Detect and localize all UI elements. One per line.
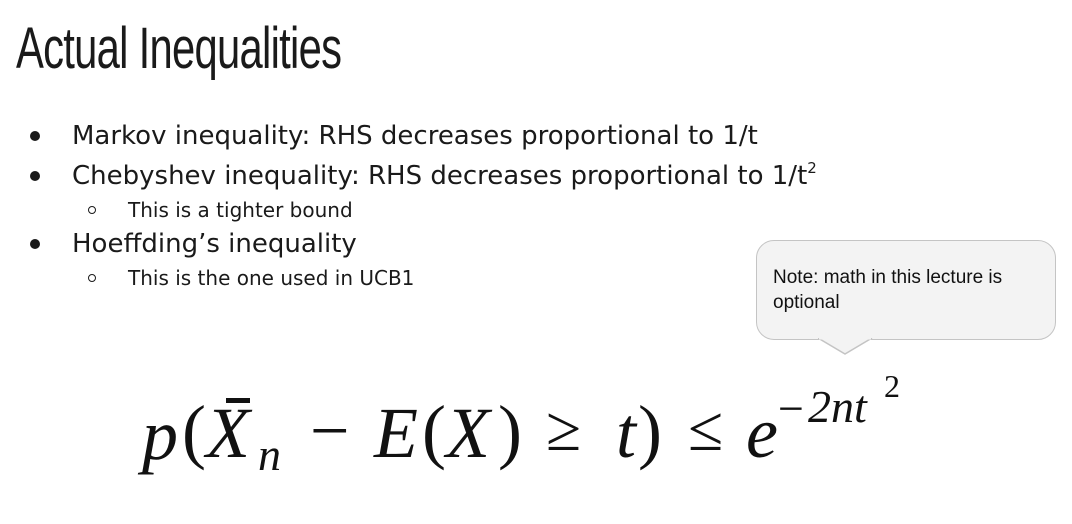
callout-tail [818, 338, 873, 355]
formula-x: X [446, 393, 490, 473]
formula-rparen: ) [638, 391, 662, 471]
superscript: 2 [807, 159, 817, 177]
formula-exp-base: e [746, 393, 778, 473]
subbullet-ring [88, 274, 96, 282]
formula-exp-2nt: 2nt [808, 381, 867, 432]
formula-lparen: ( [182, 391, 206, 471]
note-text: Note: math in this lecture is optional [773, 267, 1003, 313]
bullet-dot [30, 171, 40, 181]
formula-x-mean: X [206, 393, 250, 473]
formula-rparen2: ) [498, 391, 522, 471]
formula-exp-square: 2 [884, 368, 900, 404]
formula-bar [226, 398, 250, 403]
formula-e: E [374, 393, 418, 473]
formula-minus: − [310, 393, 350, 470]
subbullet-ring [88, 206, 96, 214]
subbullet-text: This is a tighter bound [128, 198, 353, 222]
formula-exp-minus: − [778, 383, 804, 434]
bullet-text: Markov inequality: RHS decreases proport… [72, 121, 758, 151]
slide: Actual Inequalities Markov inequality: R… [0, 0, 1072, 524]
bullet-text: Chebyshev inequality: RHS decreases prop… [72, 159, 817, 192]
bullet-dot [30, 239, 40, 249]
slide-title: Actual Inequalities [16, 16, 342, 81]
bullet-dot [30, 131, 40, 141]
formula-lparen2: ( [422, 391, 446, 471]
bullet-text: Hoeffding’s inequality [72, 229, 357, 259]
subbullet-text: This is the one used in UCB1 [128, 266, 415, 290]
formula-geq: ≥ [546, 393, 582, 464]
formula-p: p [142, 395, 178, 475]
formula-subscript-n: n [258, 429, 281, 480]
formula-t: t [616, 393, 637, 473]
formula-leq: ≤ [688, 393, 724, 464]
note-callout: Note: math in this lecture is optional [756, 240, 1056, 340]
